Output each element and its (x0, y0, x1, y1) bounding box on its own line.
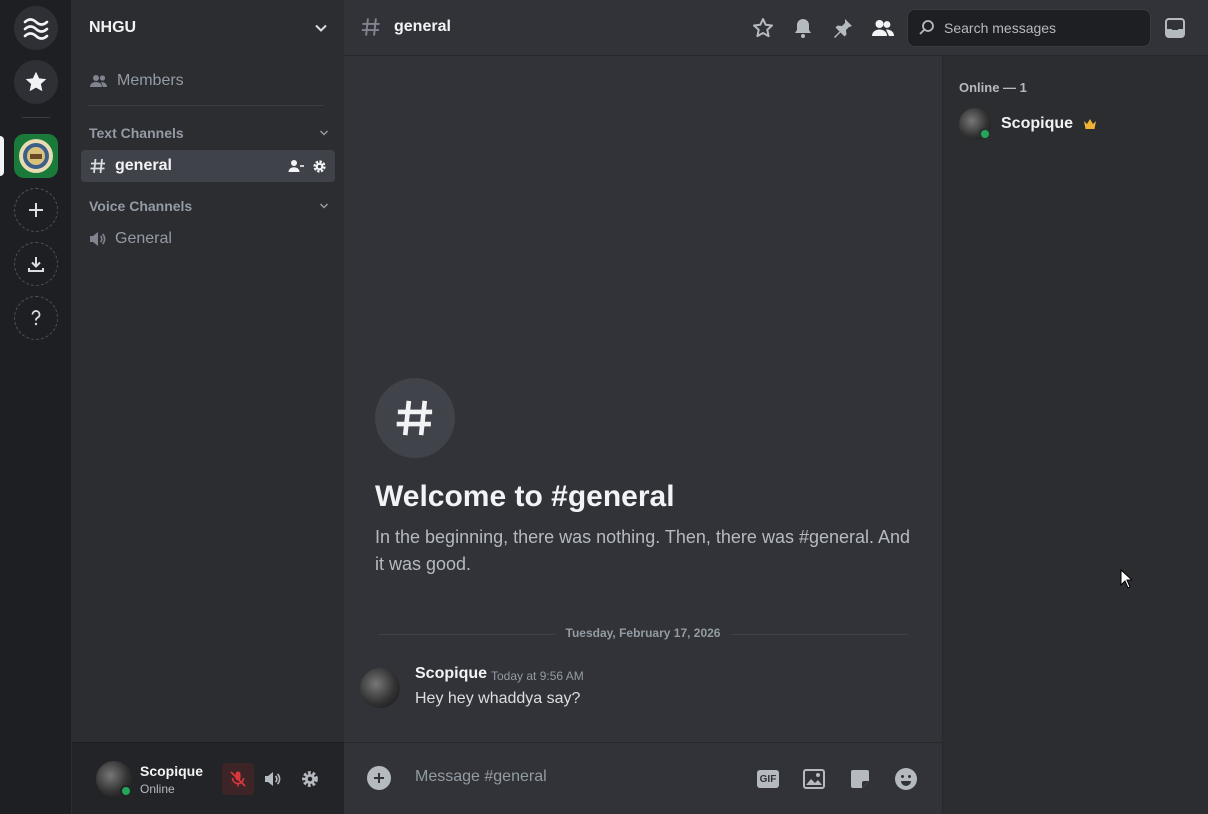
server-header[interactable]: NHGU (72, 0, 344, 56)
pin-icon (834, 19, 852, 38)
member-group-header: Online — 1 (959, 80, 1027, 95)
hashtag-icon (361, 18, 380, 36)
search-input[interactable]: Search messages (907, 9, 1151, 47)
welcome-title: Welcome to #general (375, 480, 675, 513)
mute-button[interactable] (222, 763, 254, 795)
search-placeholder: Search messages (944, 20, 1057, 36)
message-composer[interactable]: Message #general GIF (344, 742, 942, 814)
star-outline-icon (753, 18, 773, 38)
hashtag-icon (90, 158, 105, 174)
channel-name: general (115, 157, 172, 174)
online-status-dot (979, 128, 991, 140)
gear-icon (302, 771, 318, 787)
active-server-indicator (0, 136, 4, 176)
emoji-button[interactable] (893, 766, 919, 792)
member-avatar-wrap (959, 108, 991, 140)
speaker-icon (265, 772, 281, 786)
user-panel: Scopique Online (72, 742, 344, 814)
star-icon (25, 71, 47, 92)
pinned-messages-button[interactable] (829, 14, 857, 42)
members-label: Members (117, 72, 184, 89)
home-button[interactable] (14, 6, 58, 50)
message-author[interactable]: Scopique (415, 665, 487, 683)
username: Scopique (140, 763, 204, 779)
gif-label: GIF (759, 773, 777, 785)
category-text-channels[interactable]: Text Channels (89, 125, 329, 141)
question-icon (31, 310, 41, 326)
voice-channel-general[interactable]: General (81, 223, 335, 255)
chevron-down-icon (319, 130, 329, 136)
plus-icon (374, 773, 384, 783)
deafen-button[interactable] (258, 763, 290, 795)
category-label: Voice Channels (89, 198, 193, 214)
message-input[interactable]: Message #general (415, 768, 547, 786)
inbox-button[interactable] (1161, 14, 1189, 42)
microphone-muted-icon (230, 771, 246, 787)
download-button[interactable] (14, 242, 58, 286)
channel-title: general (360, 16, 451, 38)
sticker-icon (851, 770, 869, 788)
download-icon (28, 257, 44, 272)
plus-icon (29, 203, 43, 217)
invite-user-icon[interactable] (288, 159, 304, 173)
channel-general[interactable]: general (81, 150, 335, 182)
channel-badge (375, 378, 455, 458)
people-icon (872, 20, 894, 36)
help-button[interactable] (14, 296, 58, 340)
sidebar-divider (88, 105, 324, 106)
user-settings-button[interactable] (294, 763, 326, 795)
channel-header: general Search messages (344, 0, 1208, 56)
server-seal-icon (14, 134, 58, 178)
people-icon (90, 75, 107, 87)
message-timestamp: Today at 9:56 AM (491, 669, 584, 683)
waves-logo-icon (23, 18, 49, 40)
user-status: Online (140, 782, 175, 796)
category-label: Text Channels (89, 125, 184, 141)
member-name: Scopique (1001, 115, 1074, 132)
gif-button[interactable]: GIF (755, 766, 781, 792)
member-list: Online — 1 Scopique (942, 56, 1208, 814)
mouse-cursor-icon (1120, 569, 1132, 589)
chevron-down-icon (315, 24, 327, 32)
message-list: Welcome to #general In the beginning, th… (344, 56, 942, 742)
hashtag-icon (396, 400, 433, 436)
favorite-channel-button[interactable] (749, 14, 777, 42)
date-divider: Tuesday, February 17, 2026 (378, 626, 908, 640)
attach-button[interactable] (367, 766, 391, 790)
guild-nhgu[interactable] (14, 134, 58, 178)
smiley-icon (895, 768, 917, 790)
member-item[interactable]: Scopique (959, 108, 1097, 140)
message-avatar[interactable] (360, 668, 400, 708)
online-status-dot (120, 785, 132, 797)
welcome-description: In the beginning, there was nothing. The… (375, 527, 911, 574)
sticker-button[interactable] (847, 766, 873, 792)
main-area: general Search messages Welcome to #gene… (344, 0, 1208, 814)
server-name: NHGU (89, 19, 137, 36)
speaker-icon (90, 232, 106, 246)
channel-name: General (115, 230, 172, 247)
server-rail (0, 0, 72, 814)
chevron-down-icon (319, 203, 329, 209)
notifications-button[interactable] (789, 14, 817, 42)
members-link[interactable]: Members (89, 72, 184, 90)
rail-separator (22, 117, 50, 118)
channel-sidebar: NHGU Members Text Channels general Voice… (72, 0, 344, 814)
crown-icon (1084, 119, 1097, 129)
channel-title-text: general (394, 18, 451, 35)
add-server-button[interactable] (14, 188, 58, 232)
gear-icon[interactable] (312, 159, 327, 174)
message-text: Hey hey whaddya say? (415, 690, 581, 707)
favorites-button[interactable] (14, 60, 58, 104)
date-divider-label: Tuesday, February 17, 2026 (555, 626, 731, 640)
member-list-toggle[interactable] (869, 14, 897, 42)
bell-icon (795, 19, 811, 38)
image-button[interactable] (801, 766, 827, 792)
search-icon (919, 20, 934, 35)
inbox-icon (1165, 18, 1185, 38)
category-voice-channels[interactable]: Voice Channels (89, 198, 329, 214)
image-icon (803, 769, 825, 789)
